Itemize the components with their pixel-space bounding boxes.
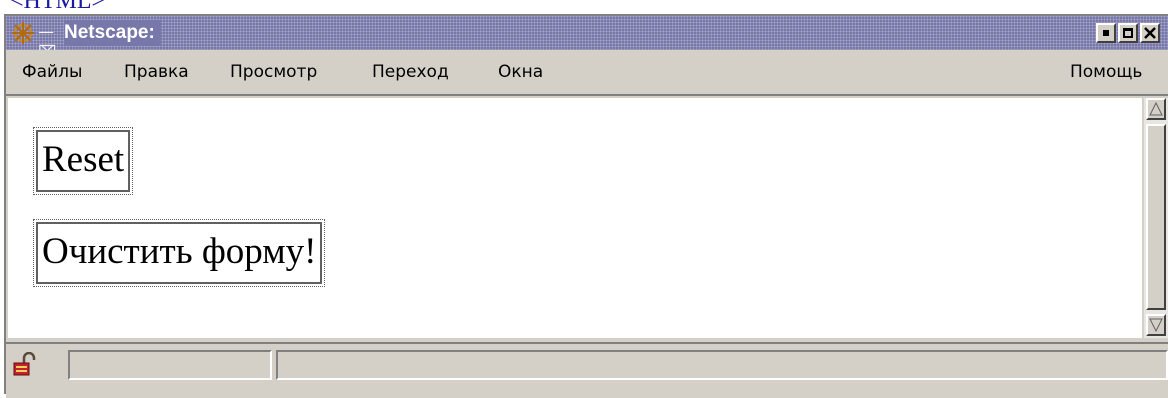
scroll-thumb[interactable] [1146,124,1166,310]
scroll-down-icon[interactable] [1146,314,1166,336]
menu-edit[interactable]: Правка [124,50,189,94]
netscape-window: —⌧ Netscape: Файлы Правка Просмотр Перех… [4,14,1168,398]
scroll-up-icon[interactable] [1146,98,1166,120]
minimize-icon[interactable] [1096,23,1116,43]
menu-windows[interactable]: Окна [498,50,543,94]
menu-go[interactable]: Переход [372,50,449,94]
page-content: Reset Очистить форму! [8,98,1142,338]
vertical-scrollbar[interactable] [1144,98,1168,338]
reset-button[interactable]: Reset [32,127,134,195]
netscape-wheel-icon[interactable] [12,22,34,44]
pin-icon[interactable]: —⌧ [38,22,62,61]
window-title: Netscape: [64,20,161,46]
menu-files[interactable]: Файлы [22,50,82,94]
status-bar [6,342,1168,398]
close-icon[interactable] [1140,23,1160,43]
menu-help[interactable]: Помощь [1070,50,1142,94]
menu-view[interactable]: Просмотр [230,50,317,94]
menu-bar: Файлы Правка Просмотр Переход Окна Помощ… [6,50,1168,96]
status-field-message [276,350,1168,380]
clear-form-button[interactable]: Очистить форму! [32,219,326,287]
title-bar[interactable]: —⌧ Netscape: [6,16,1168,61]
maximize-icon[interactable] [1118,23,1138,43]
status-field-progress [68,350,272,380]
unlocked-padlock-icon[interactable] [12,351,36,378]
